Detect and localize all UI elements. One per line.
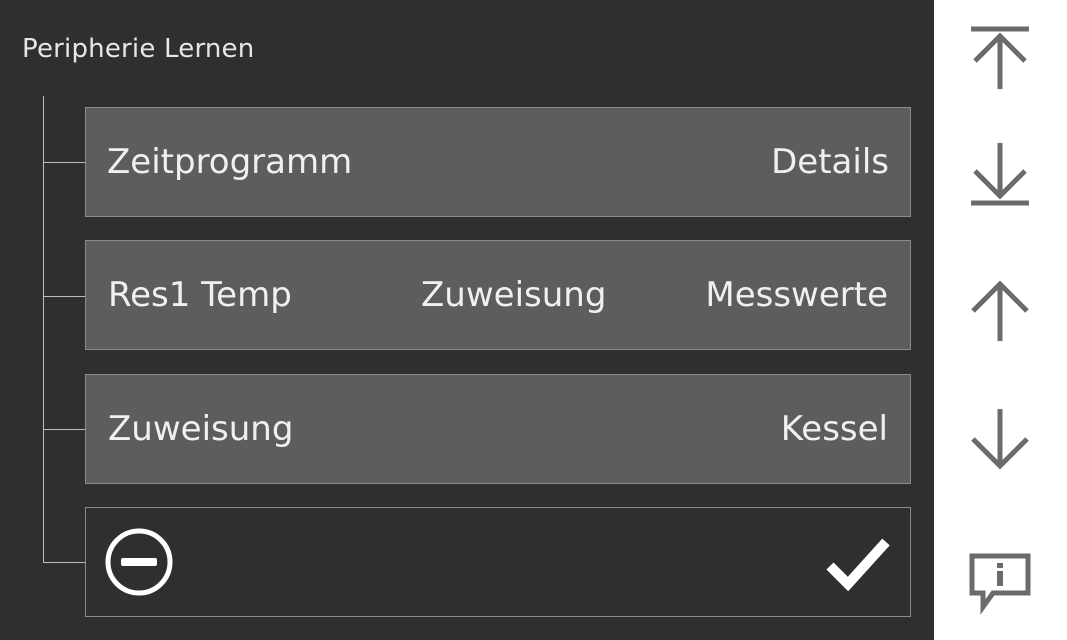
scroll-to-bottom-icon	[971, 143, 1029, 206]
tree-connector-branch	[43, 562, 86, 563]
scroll-to-top-icon	[971, 26, 1029, 89]
details-link[interactable]: Details	[771, 142, 889, 182]
info-message-icon	[969, 553, 1031, 615]
info-button[interactable]	[962, 546, 1038, 622]
minus-circle-icon	[105, 528, 173, 596]
list-item-res1-temp[interactable]: Res1 Temp Zuweisung Messwerte	[85, 240, 911, 350]
scroll-down-button[interactable]	[962, 404, 1038, 480]
arrow-down-icon	[971, 409, 1029, 470]
list-item-zeitprogramm[interactable]: Zeitprogramm Details	[85, 107, 911, 217]
tree-connector-branch	[43, 162, 86, 163]
scroll-to-bottom-button[interactable]	[962, 136, 1038, 212]
assignment-link[interactable]: Zuweisung	[421, 275, 606, 315]
tree-connector-branch	[43, 296, 86, 297]
list-item-label: Res1 Temp	[108, 275, 292, 315]
scroll-to-top-button[interactable]	[962, 18, 1038, 94]
list-item-zuweisung[interactable]: Zuweisung Kessel	[85, 374, 911, 484]
checkmark-icon	[826, 538, 890, 592]
boiler-link[interactable]: Kessel	[781, 409, 888, 449]
tree-connector-vertical	[43, 96, 44, 563]
list-item-label: Zeitprogramm	[107, 142, 353, 182]
arrow-up-icon	[971, 280, 1029, 341]
main-panel: Peripherie Lernen Zeitprogramm Details R…	[0, 0, 934, 640]
page-title: Peripherie Lernen	[22, 34, 255, 64]
action-row	[85, 507, 911, 617]
tree-connector-branch	[43, 429, 86, 430]
scroll-up-button[interactable]	[962, 270, 1038, 346]
measurements-link[interactable]: Messwerte	[705, 275, 888, 315]
list-item-label: Zuweisung	[108, 409, 294, 449]
confirm-button[interactable]	[826, 534, 890, 592]
cancel-button[interactable]	[103, 526, 175, 598]
sidebar	[934, 0, 1067, 640]
